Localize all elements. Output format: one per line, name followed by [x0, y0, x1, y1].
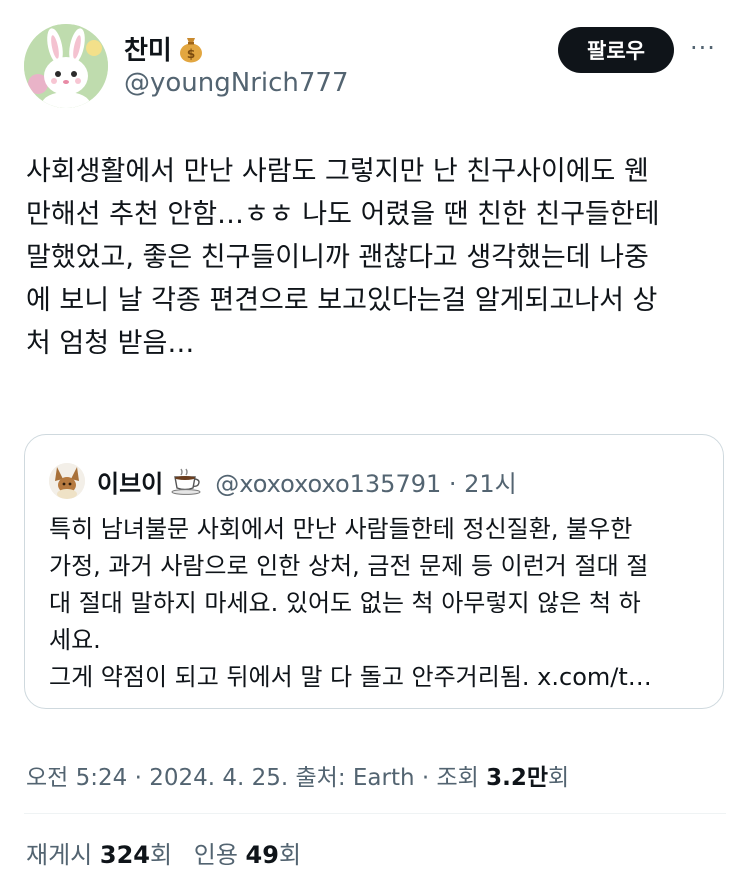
- tweet-line: 말했었고, 좋은 친구들이니까 괜찮다고 생각했는데 나중: [26, 242, 649, 273]
- quotes-count[interactable]: 49: [246, 841, 279, 869]
- svg-text:$: $: [187, 47, 195, 61]
- tweet-body: 사회생활에서 만난 사람도 그렇지만 난 친구사이에도 웬 만해선 추천 안함……: [26, 150, 726, 365]
- engagement-stats: 재게시 324회 인용 49회: [26, 835, 301, 870]
- timestamp-source: 오전 5:24 · 2024. 4. 25. 출처: Earth · 조회: [26, 765, 487, 791]
- avatar[interactable]: [24, 24, 108, 108]
- tweet-line: 에 보니 날 각종 편견으로 보고있다는걸 알게되고나서 상: [26, 285, 658, 316]
- quoted-tweet-body: 특히 남녀불문 사회에서 만난 사람들한테 정신질환, 불우한 가정, 과거 사…: [49, 511, 709, 696]
- eevee-avatar-image: [49, 463, 85, 499]
- quoted-line: 그게 약점이 되고 뒤에서 말 다 돌고 안주거리됨. x.com/t…: [49, 663, 652, 691]
- quoted-line: 특히 남녀불문 사회에서 만난 사람들한테 정신질환, 불우한: [49, 515, 633, 543]
- quoted-author-name[interactable]: 이브이: [97, 464, 163, 499]
- coffee-icon: [171, 468, 201, 495]
- tweet-timestamp-views: 오전 5:24 · 2024. 4. 25. 출처: Earth · 조회 3.…: [26, 758, 569, 792]
- money-bag-icon: $: [179, 37, 202, 62]
- quoted-tweet[interactable]: 이브이 @xoxoxoxo135791 · 21시 특히 남녀불문 사회에서 만…: [24, 434, 724, 709]
- divider: [24, 813, 726, 814]
- tweet-line: 만해선 추천 안함…ㅎㅎ 나도 어렸을 땐 친한 친구들한테: [26, 199, 660, 230]
- quotes-suffix: 회: [278, 841, 302, 869]
- author-name[interactable]: 찬미: [124, 30, 172, 67]
- view-count-suffix: 회: [548, 765, 570, 791]
- author-name-row[interactable]: 찬미 $: [124, 30, 204, 67]
- quoted-tweet-header: 이브이 @xoxoxoxo135791 · 21시: [49, 463, 517, 499]
- more-options-icon[interactable]: ···: [690, 34, 716, 62]
- tweet-line: 사회생활에서 만난 사람도 그렇지만 난 친구사이에도 웬: [26, 156, 649, 187]
- quoted-line: 가정, 과거 사람으로 인한 상처, 금전 문제 등 이런거 절대 절: [49, 552, 649, 580]
- retweets-count[interactable]: 324: [100, 841, 150, 869]
- quoted-handle-time: @xoxoxoxo135791 · 21시: [215, 469, 517, 498]
- quotes-label[interactable]: 인용: [194, 841, 238, 869]
- follow-button[interactable]: 팔로우: [558, 27, 674, 73]
- view-count: 3.2만: [486, 765, 549, 791]
- quoted-line: 대 절대 말하지 마세요. 있어도 없는 척 아무렇지 않은 척 하: [49, 589, 641, 617]
- quoted-line: 세요.: [49, 626, 101, 654]
- retweets-label[interactable]: 재게시: [26, 841, 92, 869]
- rabbit-avatar-image: [24, 24, 108, 108]
- tweet-line: 처 엄청 받음…: [26, 328, 195, 359]
- quoted-avatar[interactable]: [49, 463, 85, 499]
- retweets-suffix: 회: [150, 841, 173, 869]
- author-handle[interactable]: @youngNrich777: [124, 68, 349, 98]
